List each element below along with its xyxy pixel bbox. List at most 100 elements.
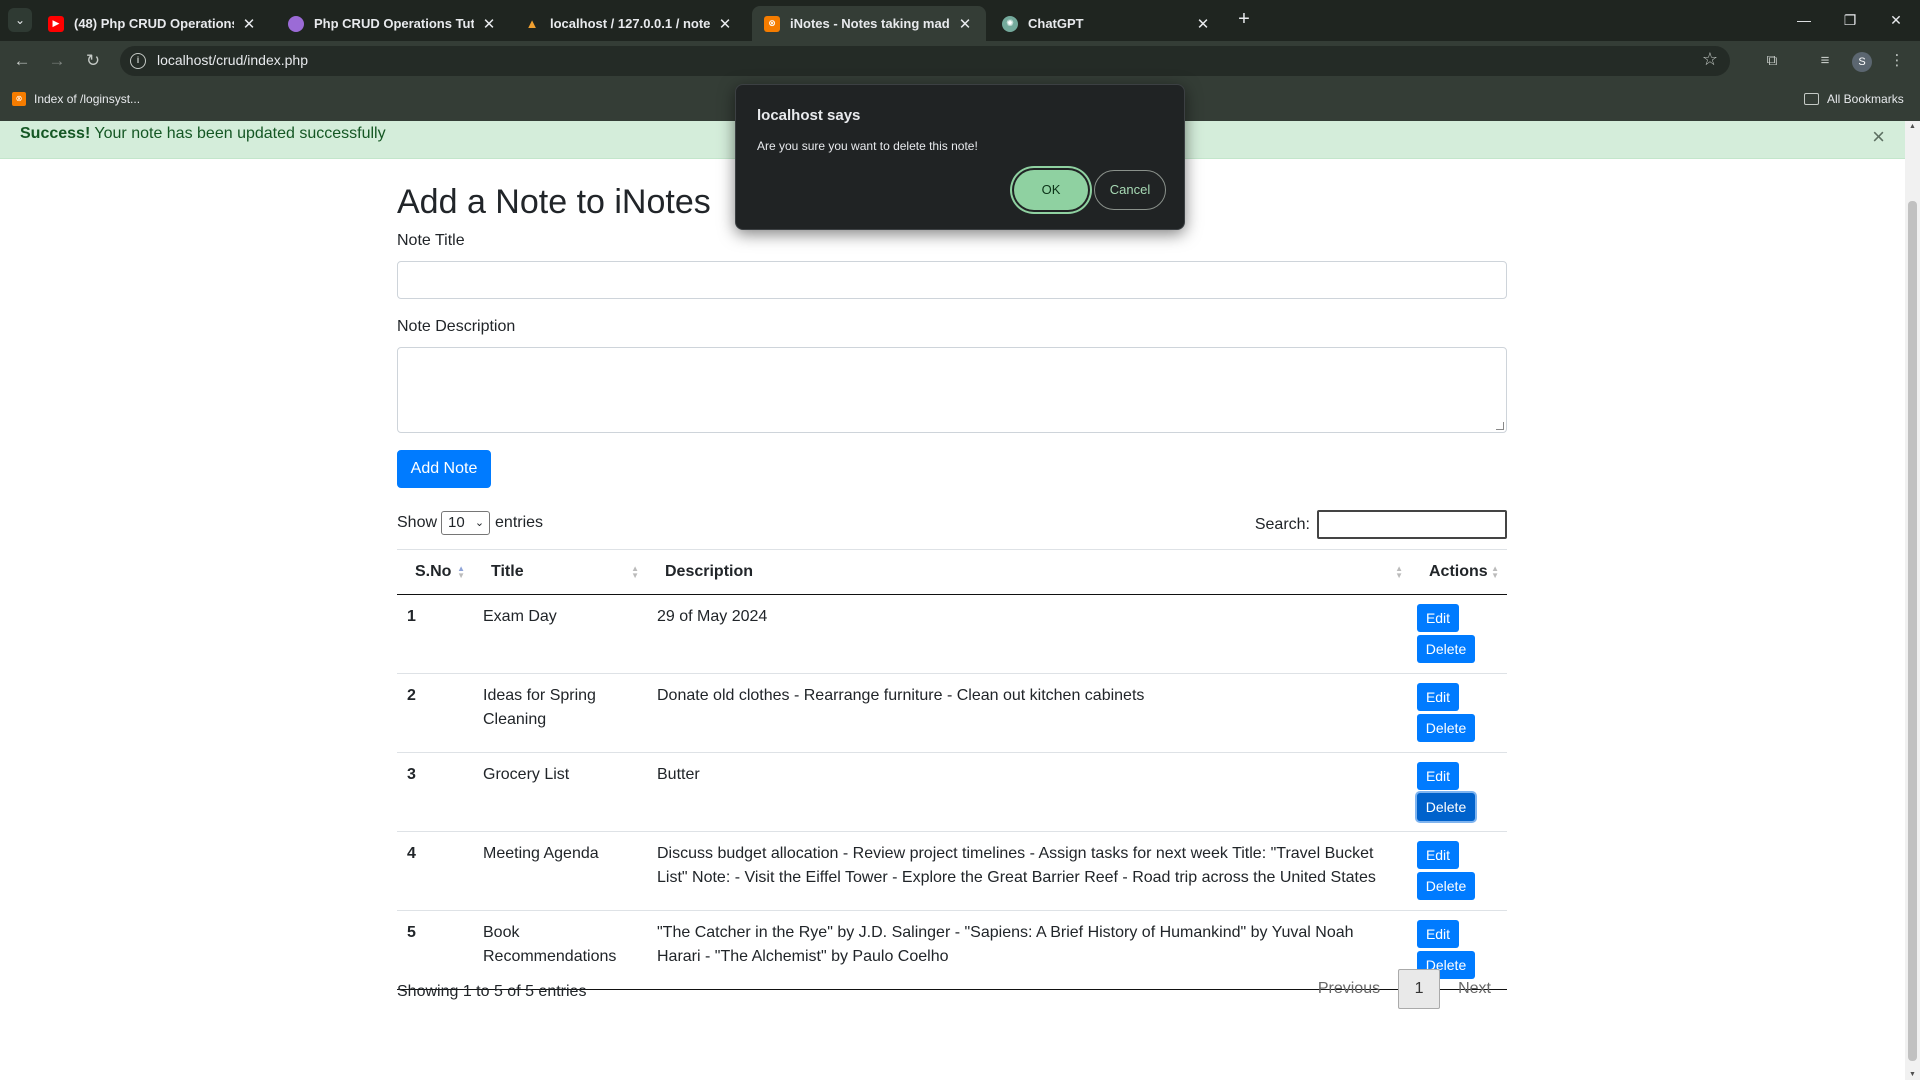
cancel-button[interactable]: Cancel — [1094, 170, 1166, 210]
minimize-icon[interactable]: — — [1781, 0, 1827, 41]
phpmyadmin-icon: ▲ — [525, 16, 539, 31]
row-actions: Edit Delete — [1411, 595, 1507, 674]
column-header-title[interactable]: Title ▲ ▼ — [473, 549, 647, 595]
confirm-dialog: localhost says Are you sure you want to … — [735, 84, 1185, 230]
row-title: Grocery List — [473, 752, 647, 832]
bookmark-star-icon[interactable]: ☆ — [1702, 49, 1718, 70]
close-tab-icon[interactable]: ✕ — [1194, 15, 1212, 33]
more-menu-icon[interactable]: ⋮ — [1886, 50, 1908, 72]
row-description: Butter — [647, 752, 1411, 832]
note-title-input[interactable] — [397, 261, 1507, 299]
site-info-icon[interactable]: i — [130, 53, 146, 69]
table-row: 2 Ideas for Spring Cleaning Donate old c… — [397, 673, 1507, 753]
xampp-icon: ⊗ — [12, 92, 26, 106]
scroll-down-arrow-icon[interactable]: ▼ — [1905, 1071, 1920, 1078]
row-sno: 4 — [397, 831, 473, 911]
scroll-up-arrow-icon[interactable]: ▲ — [1905, 123, 1920, 130]
reload-icon[interactable]: ↻ — [80, 48, 106, 74]
row-sno: 2 — [397, 673, 473, 753]
row-description: 29 of May 2024 — [657, 608, 768, 625]
tab-youtube[interactable]: ▶ (48) Php CRUD Operations Tut ✕ — [36, 6, 270, 41]
entries-length-control: Show 10 ⌄ entries — [397, 511, 543, 535]
alert-close-icon[interactable]: × — [1872, 125, 1885, 149]
all-bookmarks[interactable]: All Bookmarks — [1804, 92, 1904, 106]
row-title: Ideas for Spring Cleaning — [473, 673, 647, 753]
folder-icon — [1804, 93, 1819, 105]
back-arrow-icon[interactable]: ← — [9, 48, 35, 74]
close-tab-icon[interactable]: ✕ — [480, 15, 498, 33]
alert-strong: Success! — [20, 125, 91, 142]
table-info: Showing 1 to 5 of 5 entries — [397, 983, 587, 1000]
delete-button[interactable]: Delete — [1417, 793, 1475, 821]
close-window-icon[interactable]: ✕ — [1873, 0, 1919, 41]
tab-strip: ⌄ ▶ (48) Php CRUD Operations Tut ✕ Php C… — [0, 0, 1920, 41]
row-description: Donate old clothes - Rearrange furniture… — [647, 673, 1411, 753]
edit-button[interactable]: Edit — [1417, 683, 1459, 711]
row-actions: Edit Delete — [1411, 752, 1507, 832]
tab-search-chevron-icon[interactable]: ⌄ — [8, 8, 32, 32]
tab-chatgpt[interactable]: ✺ ChatGPT ✕ — [990, 6, 1224, 41]
forward-arrow-icon[interactable]: → — [44, 48, 70, 74]
note-description-label: Note Description — [397, 318, 516, 335]
pagination: Previous 1 Next — [1302, 969, 1507, 1009]
page-number-button[interactable]: 1 — [1398, 969, 1441, 1009]
row-title: Exam Day — [483, 608, 557, 625]
column-header-sno[interactable]: S.No ▲ ▼ — [397, 549, 473, 595]
youtube-icon: ▶ — [48, 15, 64, 32]
bookmark-item[interactable]: ⊗ Index of /loginsyst... — [12, 92, 140, 106]
url-text: localhost/crud/index.php — [157, 52, 308, 68]
page-viewport: Success! Your note has been updated succ… — [0, 121, 1905, 1080]
ok-button[interactable]: OK — [1014, 170, 1088, 210]
page-scrollbar[interactable]: ▲ ▼ — [1905, 121, 1920, 1080]
notes-table: S.No ▲ ▼ Title ▲ ▼ Description ▲ ▼ Actions ▲ ▼ 1… — [397, 549, 1507, 990]
column-header-description[interactable]: Description ▲ ▼ — [647, 549, 1411, 595]
media-controls-icon[interactable]: ≡ — [1814, 50, 1836, 72]
close-tab-icon[interactable]: ✕ — [716, 15, 734, 33]
dialog-title: localhost says — [757, 107, 861, 124]
row-description: "The Catcher in the Rye" by J.D. Salinge… — [647, 910, 1411, 990]
search-input[interactable] — [1317, 510, 1507, 539]
new-tab-plus-icon[interactable]: + — [1232, 8, 1256, 32]
column-header-actions[interactable]: Actions ▲ ▼ — [1411, 549, 1507, 595]
delete-button[interactable]: Delete — [1417, 714, 1475, 742]
chevron-down-icon: ⌄ — [474, 517, 485, 529]
table-search: Search: — [1255, 510, 1507, 539]
browser-toolbar: ← → ↻ i localhost/crud/index.php ☆ ⧉ ≡ S… — [0, 41, 1920, 81]
row-actions: Edit Delete — [1411, 673, 1507, 753]
edit-button[interactable]: Edit — [1417, 920, 1459, 948]
add-note-button[interactable]: Add Note — [397, 450, 491, 488]
sort-icon: ▲ ▼ — [1395, 564, 1403, 580]
site-icon — [288, 15, 304, 32]
row-title: Book Recommendations — [473, 910, 647, 990]
edit-button[interactable]: Edit — [1417, 841, 1459, 869]
note-description-textarea[interactable] — [397, 347, 1507, 433]
table-row: 1 Exam Day 29 of May 2024 Edit Delete — [397, 595, 1507, 674]
edit-button[interactable]: Edit — [1417, 762, 1459, 790]
close-tab-icon[interactable]: ✕ — [956, 15, 974, 33]
next-page-button[interactable]: Next — [1442, 969, 1507, 1009]
scrollbar-thumb[interactable] — [1908, 201, 1917, 1061]
entries-select[interactable]: 10 ⌄ — [441, 511, 491, 535]
note-title-label: Note Title — [397, 232, 465, 249]
tab-phpmyadmin[interactable]: ▲ localhost / 127.0.0.1 / notes / n ✕ — [512, 6, 746, 41]
tab-crud-tutorial[interactable]: Php CRUD Operations Tutorial ✕ — [276, 6, 510, 41]
table-header-row: S.No ▲ ▼ Title ▲ ▼ Description ▲ ▼ Actions ▲ ▼ — [397, 549, 1507, 595]
sort-icon: ▲ ▼ — [1491, 564, 1499, 580]
delete-button[interactable]: Delete — [1417, 635, 1475, 663]
restore-window-icon[interactable]: ❐ — [1827, 0, 1873, 41]
row-actions: Edit Delete — [1411, 831, 1507, 911]
tab-inotes[interactable]: ⊗ iNotes - Notes taking made ea ✕ — [752, 6, 986, 41]
row-sno: 3 — [397, 752, 473, 832]
previous-page-button[interactable]: Previous — [1302, 969, 1396, 1009]
close-tab-icon[interactable]: ✕ — [240, 15, 258, 33]
sort-ascending-icon: ▲ ▼ — [457, 564, 465, 580]
edit-button[interactable]: Edit — [1417, 604, 1459, 632]
resize-handle-icon[interactable] — [1496, 422, 1504, 430]
chatgpt-icon: ✺ — [1002, 15, 1018, 32]
delete-button[interactable]: Delete — [1417, 872, 1475, 900]
address-bar[interactable]: i localhost/crud/index.php ☆ — [120, 46, 1730, 76]
row-title: Meeting Agenda — [473, 831, 647, 911]
extensions-puzzle-icon[interactable]: ⧉ — [1761, 50, 1783, 72]
profile-avatar[interactable]: S — [1852, 52, 1872, 72]
alert-message: Your note has been updated successfully — [90, 125, 386, 142]
